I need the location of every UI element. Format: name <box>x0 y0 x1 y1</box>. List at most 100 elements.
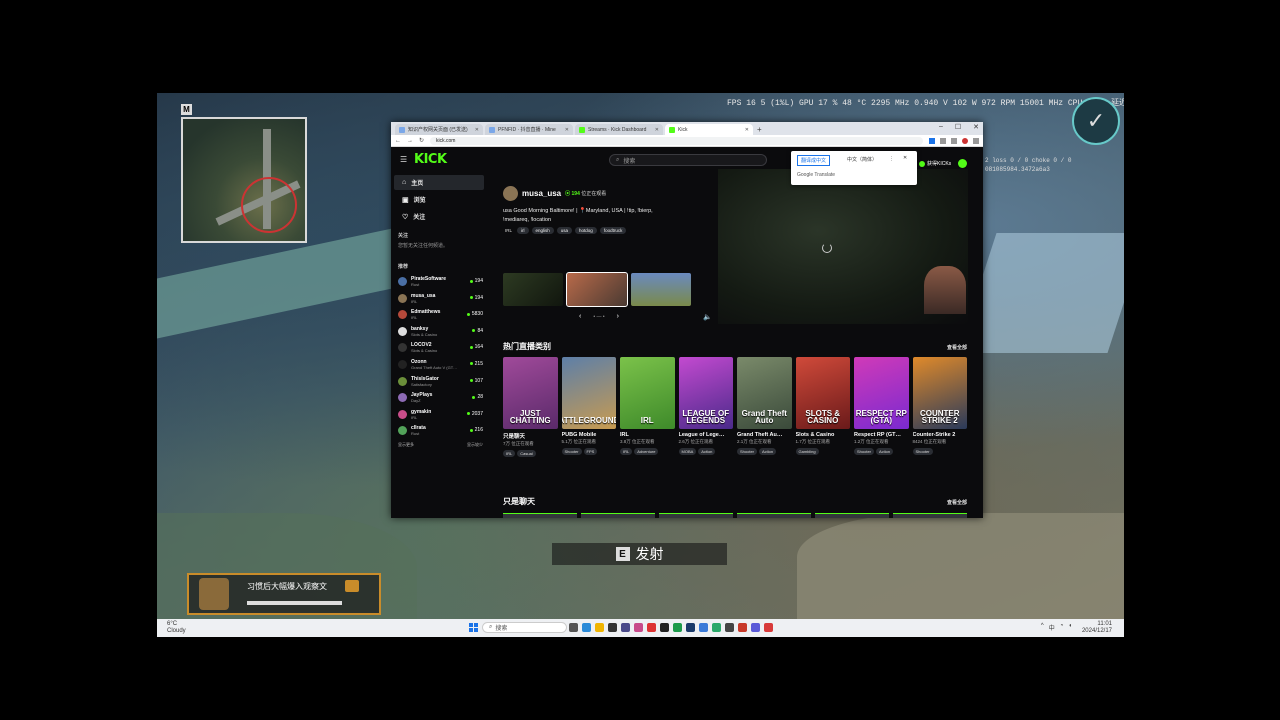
stream-card[interactable] <box>737 513 811 518</box>
ime-icon[interactable]: 中 <box>1049 623 1055 632</box>
weather-widget[interactable]: 6°C Cloudy <box>167 621 186 635</box>
clock[interactable]: 11:01 2024/12/17 <box>1082 621 1112 635</box>
nav-following[interactable]: ♡ 关注 <box>394 209 484 224</box>
chevron-left-icon[interactable]: ‹ <box>579 313 581 320</box>
url-input[interactable]: kick.com <box>430 136 923 145</box>
app-icon[interactable] <box>725 623 734 632</box>
hero-tag[interactable]: hotdog <box>575 227 597 234</box>
category-tag[interactable]: Action <box>759 448 777 455</box>
stream-card[interactable] <box>815 513 889 518</box>
taskview-icon[interactable] <box>569 623 578 632</box>
app-icon[interactable] <box>712 623 721 632</box>
chrome-icon[interactable] <box>699 623 708 632</box>
category-tag[interactable]: Gambling <box>795 448 819 455</box>
hero-thumbnail[interactable] <box>566 272 628 307</box>
category-tag[interactable]: IRL <box>503 450 516 457</box>
app-icon[interactable] <box>634 623 643 632</box>
app-icon[interactable] <box>660 623 669 632</box>
browser-tab-2[interactable]: PFNFID · 抖音直播 · Mine ✕ <box>485 124 573 135</box>
translate-option-1[interactable]: 翻译成中文 <box>797 155 831 166</box>
app-icon[interactable] <box>673 623 682 632</box>
star-icon[interactable] <box>940 137 946 144</box>
sidebar-channel[interactable]: Edmatthews IRL 5830 <box>391 307 487 324</box>
chevron-right-icon[interactable]: › <box>617 313 619 320</box>
nav-home[interactable]: ⌂ 主页 <box>394 175 484 190</box>
category-card[interactable]: SLOTS & CASINO Slots & Casino 1.7万 位正在观看 Ga… <box>795 357 850 457</box>
sidebar-channel[interactable]: ThisIsGator Satisfactory 107 <box>391 374 487 391</box>
profile-icon[interactable] <box>962 137 968 144</box>
close-tab-icon[interactable]: ✕ <box>565 127 569 133</box>
hero-tag[interactable]: english <box>531 227 554 234</box>
category-tag[interactable]: Shooter <box>561 448 582 455</box>
sidebar-channel[interactable]: musa_usa IRL 194 <box>391 291 487 308</box>
hero-thumbnail[interactable] <box>503 273 563 306</box>
app-icon[interactable] <box>647 623 656 632</box>
show-less-link[interactable]: 显示较少 <box>467 442 483 448</box>
category-card[interactable]: IRL IRL 3.8万 位正在观看 IRL Adventure <box>620 357 675 457</box>
taskbar-search[interactable]: ⌕ 搜索 <box>482 622 567 633</box>
category-card[interactable]: COUNTER STRIKE 2 Counter-Strike 2 8424 位正在… <box>912 357 967 457</box>
sidebar-channel[interactable]: Ozonn Grand Theft Auto V (GT… 215 <box>391 357 487 374</box>
hero-tag[interactable]: irl <box>517 227 529 234</box>
get-kicks-button[interactable]: 获得KICKs <box>919 160 951 167</box>
hero-category[interactable]: IRL <box>503 227 514 234</box>
forward-icon[interactable]: → <box>407 138 413 144</box>
app-icon[interactable] <box>621 623 630 632</box>
stream-card[interactable] <box>659 513 733 518</box>
category-tag[interactable]: Action <box>876 448 894 455</box>
explorer-icon[interactable] <box>595 623 604 632</box>
category-tag[interactable]: Casual <box>517 450 536 457</box>
close-window-icon[interactable]: ✕ <box>973 123 979 131</box>
hero-channel[interactable]: musa_usa ⦿ 194 位正在观看 <box>503 186 606 201</box>
hero-video-player[interactable] <box>718 169 968 324</box>
nav-browse[interactable]: ▣ 浏览 <box>394 192 484 207</box>
category-card[interactable]: LEAGUE OF LEGENDS League of Lege… 2.6万 位正在… <box>678 357 733 457</box>
stream-card[interactable] <box>581 513 655 518</box>
sidebar-channel[interactable]: gymakin IRL 2037 <box>391 407 487 424</box>
stream-card[interactable] <box>893 513 967 518</box>
hamburger-icon[interactable]: ☰ <box>400 155 407 164</box>
menu-icon[interactable] <box>973 137 979 144</box>
wifi-icon[interactable]: ◔ <box>1060 623 1064 632</box>
category-card[interactable]: Grand Theft Auto Grand Theft Au… 2.1万 位正在观… <box>737 357 792 457</box>
steam-icon[interactable] <box>686 623 695 632</box>
sidebar-channel[interactable]: banksy Slots & Casino 84 <box>391 324 487 341</box>
hero-thumbnail[interactable] <box>631 273 691 306</box>
category-card[interactable]: JUST CHATTING 只是聊天 7万 位正在观看 IRL Casual <box>503 357 558 457</box>
app-icon[interactable] <box>738 623 747 632</box>
sidebar-channel[interactable]: PirateSoftware Rust 194 <box>391 274 487 291</box>
category-card[interactable]: BATTLEGROUNDS PUBG Mobile5.1万 位正在观看 Shoote… <box>561 357 616 457</box>
search-input[interactable]: ⌕ 搜索 <box>609 154 767 166</box>
browser-tab-4[interactable]: Kick ✕ <box>665 124 753 135</box>
category-tag[interactable]: Shooter <box>912 448 933 455</box>
browser-tab-3[interactable]: Streams · Kick Dashboard ✕ <box>575 124 663 135</box>
category-tag[interactable]: IRL <box>620 448 633 455</box>
speaker-icon[interactable]: ◖ <box>1068 623 1072 632</box>
category-tag[interactable]: Adventure <box>634 448 659 455</box>
view-all-link[interactable]: 查看全部 <box>947 344 967 351</box>
chevron-up-icon[interactable]: ^ <box>1041 623 1044 632</box>
sidebar-channel[interactable]: LOCOV2 Slots & Casino 164 <box>391 340 487 357</box>
hero-tag[interactable]: foodtruck <box>599 227 627 234</box>
new-tab-icon[interactable]: + <box>757 124 762 135</box>
translate-icon[interactable] <box>929 137 935 144</box>
minimize-icon[interactable]: – <box>939 123 943 131</box>
stream-card[interactable] <box>503 513 577 518</box>
sidebar-channel[interactable]: JayPlays DayZ 28 <box>391 390 487 407</box>
translate-option-2[interactable]: 中文（简体） <box>847 156 877 163</box>
category-card[interactable]: RESPECT RP (GTA) Respect RP (GT… 1.2万 位正在观… <box>854 357 909 457</box>
maximize-icon[interactable]: ☐ <box>955 123 961 131</box>
kick-logo[interactable]: KICK <box>414 152 447 167</box>
show-more-link[interactable]: 显示更多 <box>398 442 414 448</box>
close-icon[interactable]: ✕ <box>903 155 907 161</box>
reload-icon[interactable]: ↻ <box>419 137 424 144</box>
close-tab-icon[interactable]: ✕ <box>655 127 659 133</box>
app-icon[interactable] <box>751 623 760 632</box>
extensions-icon[interactable] <box>951 137 957 144</box>
app-icon[interactable] <box>608 623 617 632</box>
category-tag[interactable]: Shooter <box>854 448 875 455</box>
start-icon[interactable] <box>469 623 478 632</box>
close-tab-icon[interactable]: ✕ <box>475 127 479 133</box>
category-tag[interactable]: MOBA <box>678 448 697 455</box>
close-tab-icon[interactable]: ✕ <box>745 127 749 133</box>
